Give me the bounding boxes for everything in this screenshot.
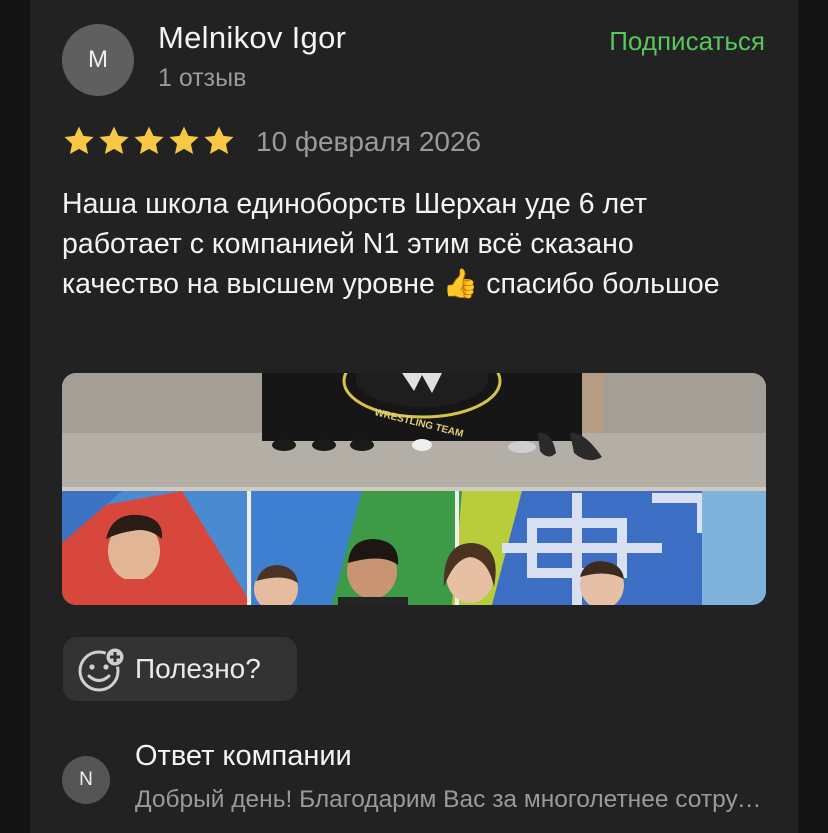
review-date: 10 февраля 2026 (256, 126, 482, 157)
star-icon (204, 126, 234, 155)
company-reply-title: Ответ компании (135, 740, 352, 772)
useful-button[interactable]: Полезно? (63, 637, 297, 701)
author-avatar[interactable]: M (62, 24, 134, 96)
review-photo[interactable]: WRESTLING TEAM (62, 373, 766, 605)
star-icon (169, 126, 199, 155)
smile-plus-icon (78, 647, 125, 692)
company-reply-text[interactable]: Добрый день! Благодарим Вас за многолетн… (135, 786, 775, 814)
star-icon (64, 126, 94, 155)
useful-label: Полезно? (135, 653, 261, 684)
star-icon (134, 126, 164, 155)
rating-stars (62, 124, 236, 158)
subscribe-button[interactable]: Подписаться (609, 26, 765, 57)
author-name[interactable]: Melnikov Igor (158, 20, 346, 56)
star-icon (99, 126, 129, 155)
review-text: Наша школа единоборств Шерхан уде 6 лет … (62, 188, 720, 300)
author-review-count: 1 отзыв (158, 64, 247, 92)
company-avatar: N (62, 756, 110, 804)
